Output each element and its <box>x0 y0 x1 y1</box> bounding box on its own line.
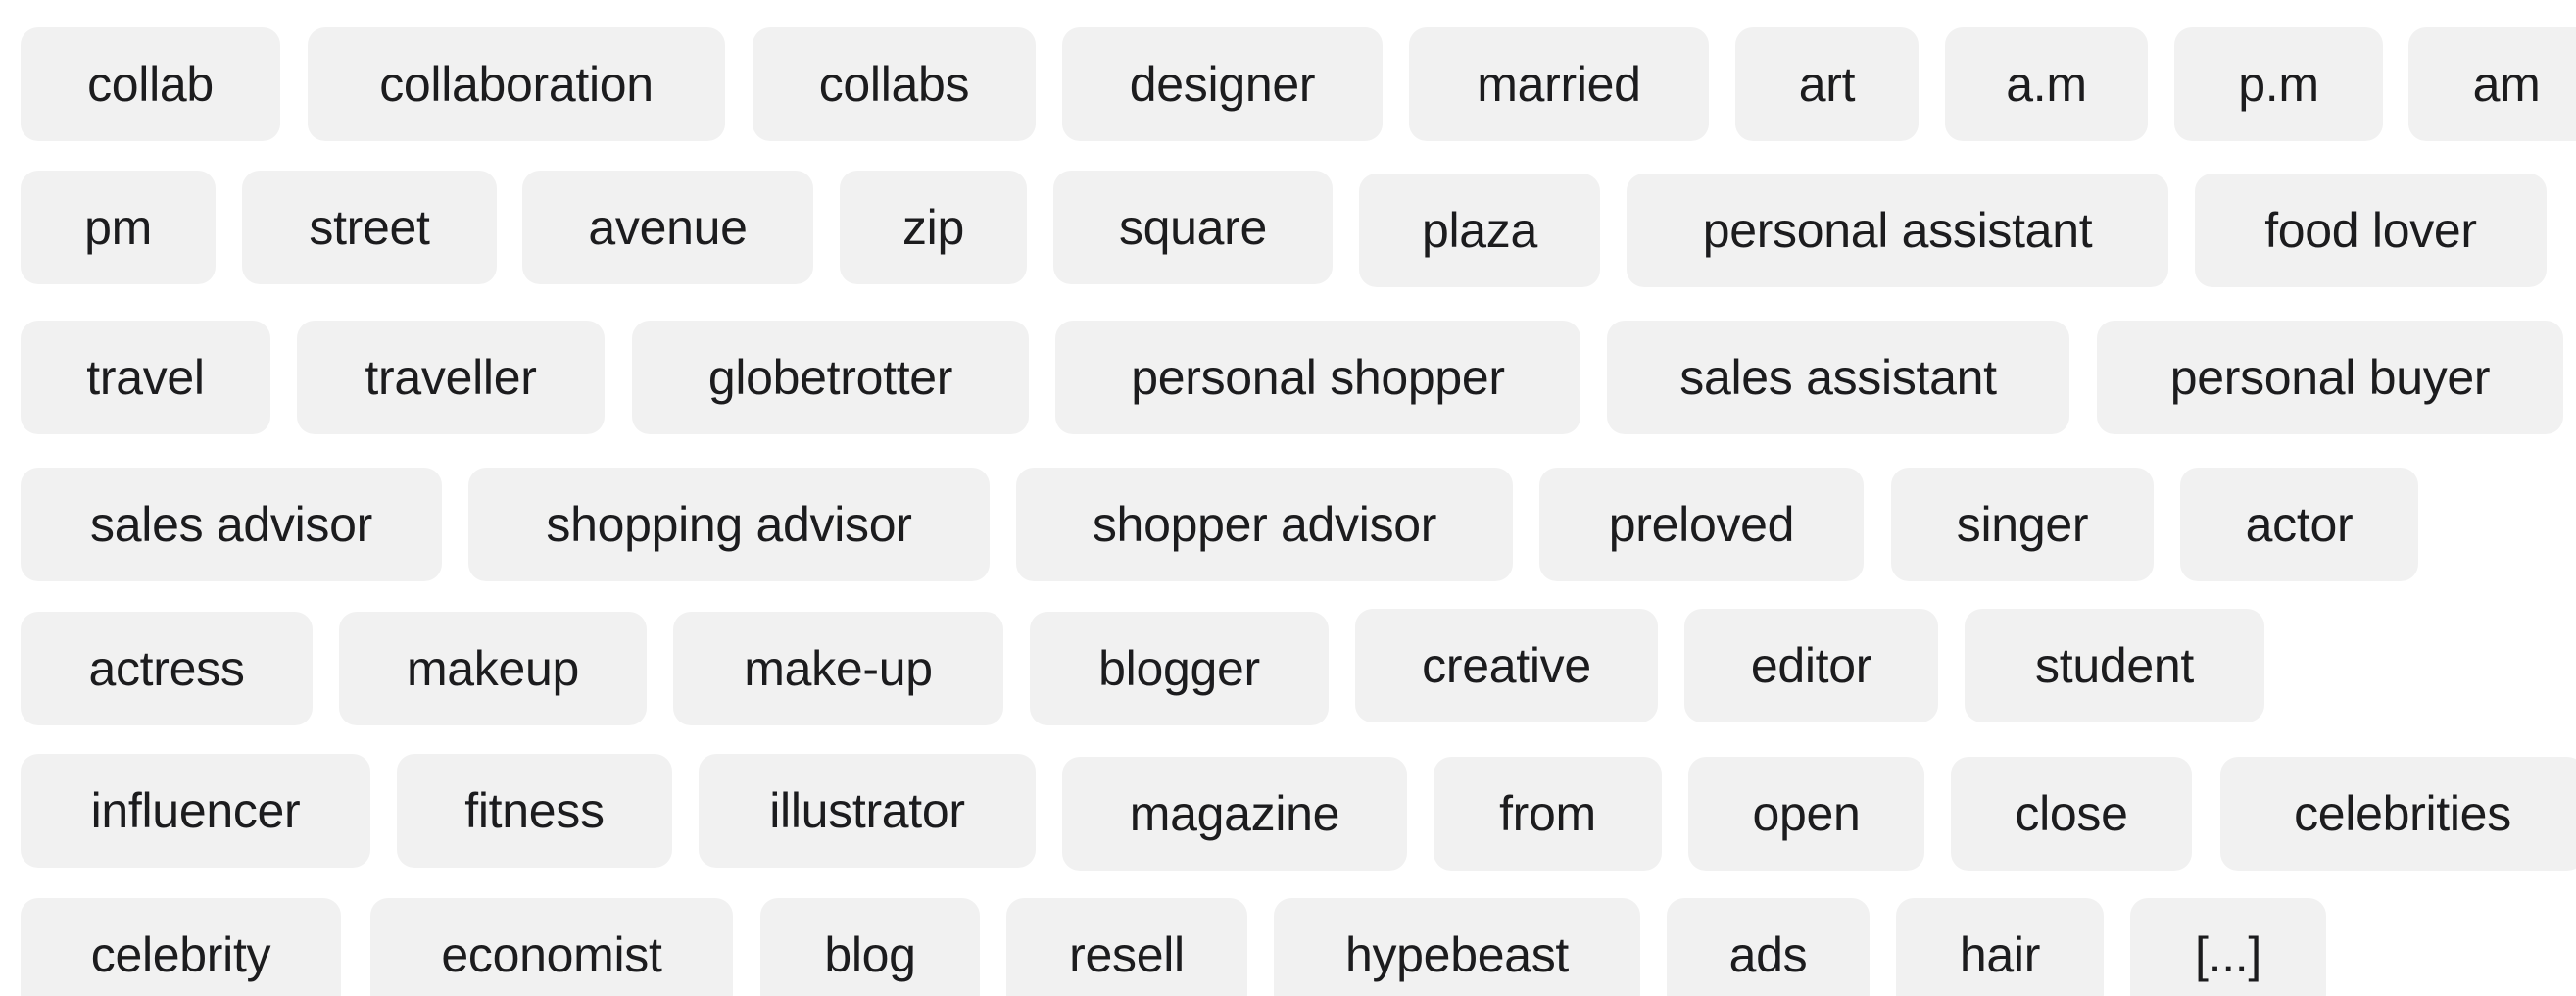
tag-chip[interactable]: student <box>1965 609 2264 722</box>
tag-chip[interactable]: a.m <box>1945 27 2148 141</box>
tag-chip[interactable]: collab <box>21 27 280 141</box>
tag-cloud: collab collaboration collabs designer ma… <box>0 0 2576 996</box>
tag-chip[interactable]: actress <box>21 612 313 725</box>
tag-chip[interactable]: collabs <box>753 27 1036 141</box>
tag-chip[interactable]: sales assistant <box>1607 321 2069 434</box>
tag-chip[interactable]: magazine <box>1062 757 1407 871</box>
tag-row-3: travel traveller globetrotter personal s… <box>0 321 2576 434</box>
tag-chip[interactable]: shopping advisor <box>468 468 990 581</box>
tag-chip[interactable]: sales advisor <box>21 468 442 581</box>
tag-chip[interactable]: make-up <box>673 612 1003 725</box>
tag-row-5: actress makeup make-up blogger creative … <box>0 609 2576 725</box>
tag-chip[interactable]: food lover <box>2195 174 2547 287</box>
tag-chip[interactable]: personal assistant <box>1627 174 2168 287</box>
tag-row-6: influencer fitness illustrator magazine … <box>0 754 2576 871</box>
tag-chip[interactable]: street <box>242 171 497 284</box>
tag-chip[interactable]: traveller <box>297 321 605 434</box>
tag-chip[interactable]: resell <box>1006 898 1247 996</box>
tag-chip[interactable]: from <box>1434 757 1662 871</box>
tag-chip[interactable]: plaza <box>1359 174 1600 287</box>
tag-chip[interactable]: illustrator <box>699 754 1036 868</box>
tag-chip[interactable]: ads <box>1667 898 1870 996</box>
tag-chip[interactable]: zip <box>840 171 1027 284</box>
tag-chip[interactable]: personal shopper <box>1055 321 1580 434</box>
tag-chip[interactable]: personal buyer <box>2097 321 2563 434</box>
tag-chip[interactable]: globetrotter <box>632 321 1029 434</box>
tag-chip[interactable]: am <box>2408 27 2576 141</box>
tag-chip[interactable]: shopper advisor <box>1016 468 1513 581</box>
tag-row-7: celebrity economist blog resell hypebeas… <box>0 898 2576 996</box>
tag-chip[interactable]: blogger <box>1030 612 1329 725</box>
tag-chip[interactable]: fitness <box>397 754 672 868</box>
tag-row-1: collab collaboration collabs designer ma… <box>0 27 2576 141</box>
tag-chip[interactable]: blog <box>760 898 980 996</box>
tag-chip[interactable]: celebrities <box>2220 757 2576 871</box>
tag-chip[interactable]: influencer <box>21 754 370 868</box>
tag-chip[interactable]: p.m <box>2174 27 2383 141</box>
tag-chip[interactable]: [...] <box>2130 898 2326 996</box>
tag-chip[interactable]: singer <box>1891 468 2154 581</box>
tag-chip[interactable]: square <box>1053 171 1333 284</box>
tag-chip[interactable]: travel <box>21 321 270 434</box>
tag-chip[interactable]: open <box>1688 757 1924 871</box>
tag-chip[interactable]: preloved <box>1539 468 1864 581</box>
tag-chip[interactable]: hair <box>1896 898 2104 996</box>
tag-row-2: pm street avenue zip square plaza person… <box>0 171 2576 287</box>
tag-chip[interactable]: avenue <box>522 171 813 284</box>
tag-row-4: sales advisor shopping advisor shopper a… <box>0 468 2576 581</box>
tag-chip[interactable]: celebrity <box>21 898 341 996</box>
tag-chip[interactable]: makeup <box>339 612 647 725</box>
tag-chip[interactable]: designer <box>1062 27 1383 141</box>
tag-chip[interactable]: pm <box>21 171 216 284</box>
tag-chip[interactable]: actor <box>2180 468 2418 581</box>
tag-chip[interactable]: close <box>1951 757 2192 871</box>
tag-chip[interactable]: editor <box>1684 609 1938 722</box>
tag-chip[interactable]: creative <box>1355 609 1658 722</box>
tag-chip[interactable]: married <box>1409 27 1709 141</box>
tag-chip[interactable]: economist <box>370 898 733 996</box>
tag-chip[interactable]: hypebeast <box>1274 898 1640 996</box>
tag-chip[interactable]: collaboration <box>308 27 725 141</box>
tag-chip[interactable]: art <box>1735 27 1919 141</box>
